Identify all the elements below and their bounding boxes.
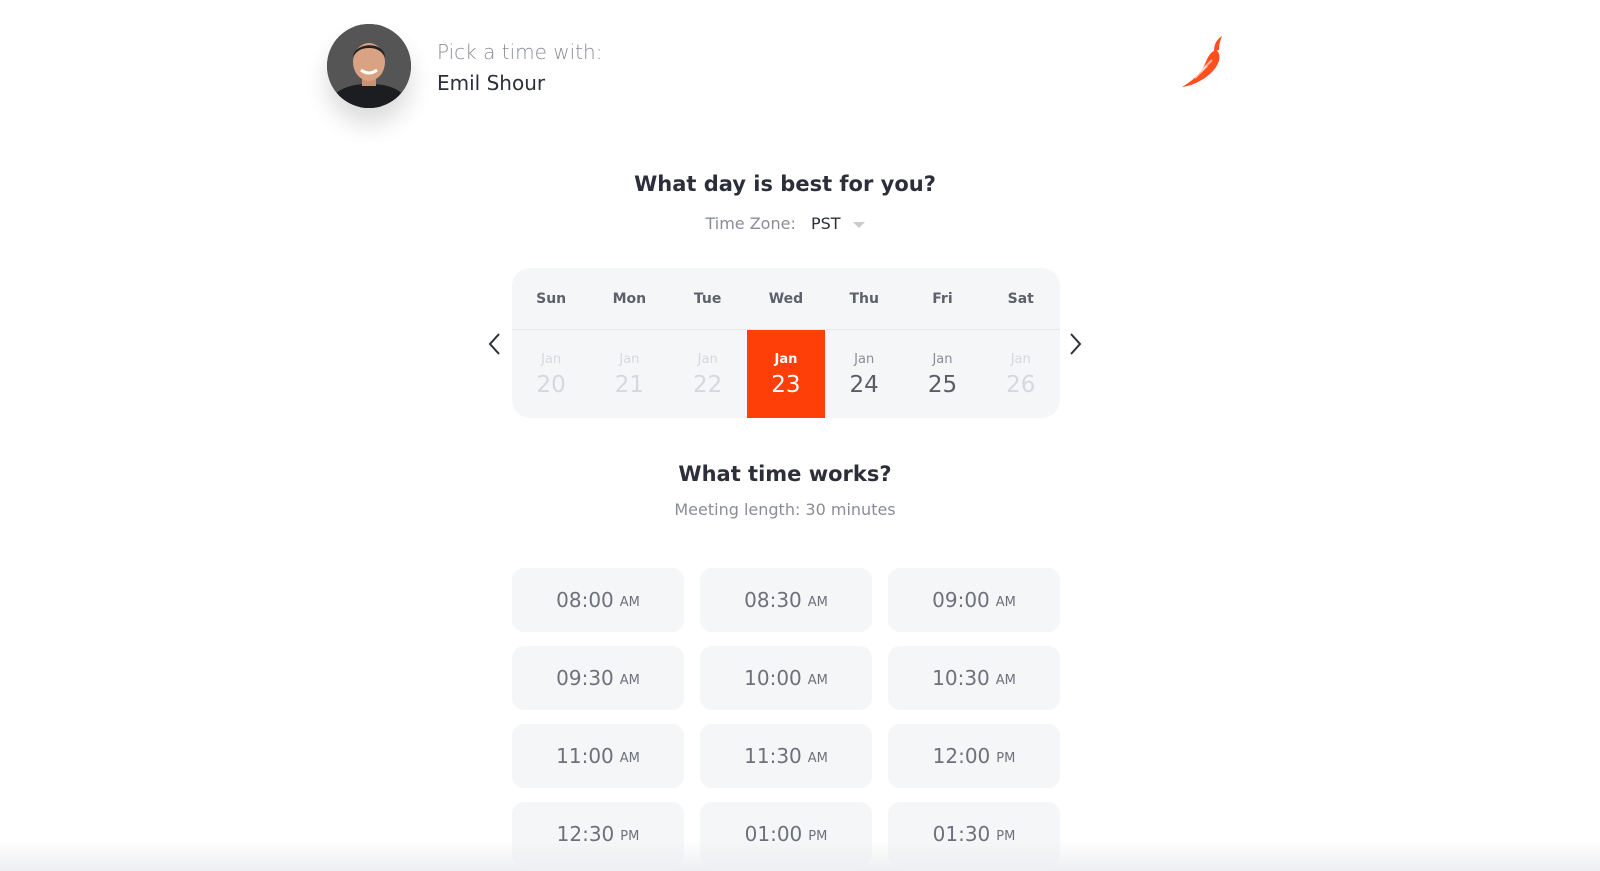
person-photo-icon [327,24,411,108]
slot-period: PM [620,829,640,844]
weekday-mon: Mon [612,291,647,307]
scheduling-page: Pick a time with: Emil Shour What day is… [0,0,1600,871]
meeting-length-text: Meeting length: 30 minutes [674,500,896,519]
slot-time: 01:30 [932,822,991,846]
weekday-fri: Fri [932,291,953,307]
date-month: Jan [854,352,875,367]
timezone-row: Time Zone: PST [0,214,1570,233]
slot-time: 08:00 [556,588,614,612]
date-month: Jan [541,352,562,367]
time-question-heading: What time works? [678,462,892,486]
slot-time: 10:00 [744,666,802,690]
timezone-value: PST [810,214,841,233]
time-slot-button[interactable]: 09:30 AM [512,646,684,710]
date-day: 24 [849,372,879,398]
slot-period: AM [807,751,828,766]
slot-period: AM [807,673,828,688]
pick-time-label: Pick a time with: [437,40,603,64]
time-slot-button[interactable]: 11:30 AM [700,724,872,788]
date-cell-jan-25[interactable]: Jan 25 [903,330,981,418]
chili-pepper-logo-icon [1182,36,1222,87]
time-slot-grid: 08:00 AM 08:30 AM 09:00 AM 09:30 AM 10:00 AM … [512,568,1060,866]
date-month: Jan [619,352,640,367]
date-month: Jan [697,352,718,367]
timezone-select[interactable]: PST [811,214,865,233]
weekday-sat: Sat [1007,291,1034,307]
time-slot-button[interactable]: 10:30 AM [888,646,1060,710]
slot-period: AM [619,673,640,688]
date-month: Jan [774,352,798,367]
weekday-sun: Sun [536,291,567,307]
slot-period: AM [995,595,1016,610]
weekday-thu: Thu [849,291,879,307]
timezone-label: Time Zone: [705,214,796,233]
slot-time: 12:30 [556,822,615,846]
date-day: 21 [614,372,645,398]
date-cell-jan-20: Jan 20 [512,330,590,418]
calendar-dates-row: Jan 20 Jan 21 Jan 22 Jan 23 Jan 24 Jan 2… [512,330,1060,418]
slot-time: 01:00 [744,822,803,846]
date-day: 26 [1006,372,1036,398]
time-slot-button[interactable]: 01:00 PM [700,802,872,866]
date-cell-jan-24[interactable]: Jan 24 [825,330,903,418]
slot-period: AM [619,751,640,766]
date-cell-jan-21: Jan 21 [590,330,668,418]
date-month: Jan [1010,352,1031,367]
chevron-left-icon[interactable] [483,330,507,358]
time-slot-button[interactable]: 01:30 PM [888,802,1060,866]
slot-time: 08:30 [744,588,802,612]
slot-time: 12:00 [932,744,991,768]
date-cell-jan-22: Jan 22 [669,330,747,418]
date-cell-jan-26: Jan 26 [982,330,1060,418]
host-name: Emil Shour [437,71,546,95]
slot-period: PM [996,751,1016,766]
time-slot-button[interactable]: 09:00 AM [888,568,1060,632]
slot-time: 09:00 [932,588,990,612]
time-slot-button[interactable]: 12:00 PM [888,724,1060,788]
date-day: 22 [693,372,723,398]
slot-period: AM [995,673,1016,688]
date-day: 20 [536,372,566,398]
chevron-down-icon [852,221,865,228]
date-day: 23 [771,372,801,398]
host-avatar [327,24,411,108]
slot-period: PM [808,829,828,844]
date-cell-jan-23[interactable]: Jan 23 [746,330,826,418]
slot-period: AM [619,595,640,610]
date-month: Jan [932,352,953,367]
time-slot-button[interactable]: 11:00 AM [512,724,684,788]
time-slot-button[interactable]: 10:00 AM [700,646,872,710]
date-day: 25 [927,372,958,398]
time-slot-button[interactable]: 12:30 PM [512,802,684,866]
weekday-tue: Tue [693,291,722,307]
slot-time: 10:30 [932,666,990,690]
slot-period: PM [996,829,1016,844]
chevron-right-icon[interactable] [1063,330,1087,358]
calendar-weekday-header: Sun Mon Tue Wed Thu Fri Sat [512,268,1060,330]
slot-time: 09:30 [556,666,614,690]
slot-time: 11:30 [744,744,802,768]
slot-time: 11:00 [556,744,614,768]
day-question-heading: What day is best for you? [634,172,936,196]
time-slot-button[interactable]: 08:30 AM [700,568,872,632]
slot-period: AM [807,595,828,610]
time-slot-button[interactable]: 08:00 AM [512,568,684,632]
weekday-wed: Wed [768,291,804,307]
week-calendar: Sun Mon Tue Wed Thu Fri Sat Jan 20 Jan 2… [512,268,1060,418]
